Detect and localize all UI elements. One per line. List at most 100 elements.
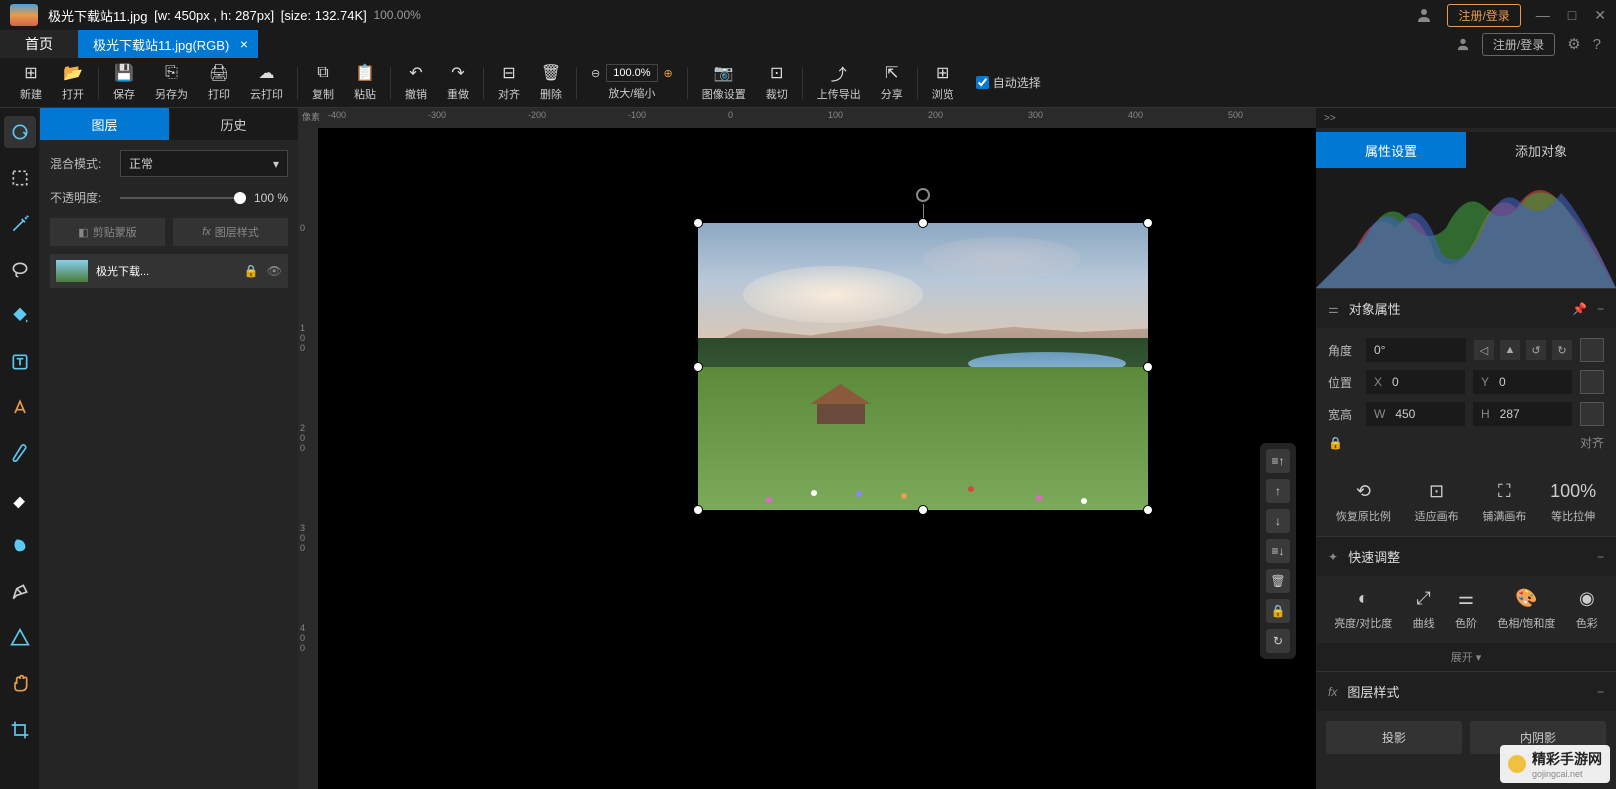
layer-item[interactable]: 极光下载... 🔒 👁 [50,254,288,288]
restore-ratio-button[interactable]: ⟲恢复原比例 [1336,481,1391,524]
lasso-tool[interactable] [4,254,36,286]
zoom-out-icon[interactable]: ⊖ [591,67,600,80]
fill-canvas-button[interactable]: ⛶铺满画布 [1482,481,1526,524]
position-x-input[interactable]: X0 [1366,370,1465,394]
open-button[interactable]: 📂打开 [52,61,94,105]
brush-tool[interactable] [4,438,36,470]
text-tool[interactable] [4,346,36,378]
saveas-button[interactable]: ⎘另存为 [145,61,198,105]
resize-handle-bl[interactable] [693,505,703,515]
opacity-slider[interactable] [120,197,246,199]
upload-button[interactable]: ⤴上传导出 [807,61,871,105]
resize-handle-bc[interactable] [918,505,928,515]
settings-icon[interactable]: ⚙ [1567,35,1580,53]
layer-up-icon[interactable]: ≡↑ [1266,449,1290,473]
layers-tab[interactable]: 图层 [40,108,169,140]
clip-mask-button[interactable]: ◧剪贴蒙版 [50,218,165,246]
brightness-button[interactable]: ◐亮度/对比度 [1334,588,1392,631]
new-button[interactable]: ⊞新建 [10,61,52,105]
layer-style-button[interactable]: fx图层样式 [173,218,288,246]
resize-handle-tr[interactable] [1143,218,1153,228]
history-tab[interactable]: 历史 [169,108,298,140]
login-button-top[interactable]: 注册/登录 [1447,4,1520,27]
minimize-button[interactable]: — [1536,7,1550,24]
add-object-tab[interactable]: 添加对象 [1466,132,1616,168]
resize-handle-ml[interactable] [693,362,703,372]
paste-button[interactable]: 📋粘贴 [344,61,386,105]
fit-canvas-button[interactable]: ⊡适应画布 [1415,481,1459,524]
pen-tool[interactable] [4,576,36,608]
canvas-area[interactable]: 像素 -400-300 -200-100 0100 200300 400500 … [298,108,1316,789]
move-up-icon[interactable]: ↑ [1266,479,1290,503]
resize-handle-tc[interactable] [918,218,928,228]
height-input[interactable]: H287 [1473,402,1572,426]
color-balance-button[interactable]: ◉色彩 [1576,588,1598,631]
share-button[interactable]: ⇱分享 [871,61,913,105]
curves-button[interactable]: ⤢曲线 [1413,588,1435,631]
zoom-value[interactable]: 100.0% [606,64,657,82]
zoom-control[interactable]: ⊖ 100.0% ⊕ 放大/缩小 [581,61,683,105]
crop-button[interactable]: ⊡裁切 [756,61,798,105]
hand-tool[interactable] [4,668,36,700]
levels-button[interactable]: ⚌色阶 [1455,588,1477,631]
flip-h-icon[interactable]: ◁ [1474,340,1494,360]
magic-wand-tool[interactable] [4,208,36,240]
resize-handle-br[interactable] [1143,505,1153,515]
position-y-input[interactable]: Y0 [1473,370,1572,394]
trash-icon[interactable]: 🗑 [1266,569,1290,593]
panel-collapse[interactable]: >> [1316,108,1616,128]
crop-tool-left[interactable] [4,714,36,746]
hue-button[interactable]: 🎨色相/饱和度 [1497,588,1555,631]
layer-down-icon[interactable]: ≡↓ [1266,539,1290,563]
object-props-header[interactable]: ⚌ 对象属性 📌 − [1316,288,1616,328]
color-swatch-2[interactable] [1580,370,1604,394]
move-tool[interactable] [4,116,36,148]
browse-button[interactable]: ⊞浏览 [922,61,964,105]
angle-input[interactable]: 0° [1366,338,1466,362]
quick-adjust-header[interactable]: ✦ 快速调整 − [1316,536,1616,576]
close-button[interactable]: ✕ [1594,7,1606,24]
visibility-icon[interactable]: 👁 [267,264,282,278]
layer-style-header[interactable]: fx 图层样式 − [1316,671,1616,711]
refresh-icon[interactable]: ↻ [1266,629,1290,653]
resize-handle-mr[interactable] [1143,362,1153,372]
rotate-right-icon[interactable]: ↻ [1552,340,1572,360]
smudge-tool[interactable] [4,530,36,562]
move-down-icon[interactable]: ↓ [1266,509,1290,533]
type-tool[interactable] [4,392,36,424]
flip-v-icon[interactable]: ▲ [1500,340,1520,360]
width-input[interactable]: W450 [1366,402,1465,426]
marquee-tool[interactable] [4,162,36,194]
zoom-in-icon[interactable]: ⊕ [664,67,673,80]
redo-button[interactable]: ↷重做 [437,61,479,105]
delete-button[interactable]: 🗑删除 [530,61,572,105]
canvas-image[interactable] [698,223,1148,510]
resize-handle-tl[interactable] [693,218,703,228]
scale-100-button[interactable]: 100%等比拉伸 [1550,481,1596,524]
auto-select-input[interactable] [976,76,989,89]
login-button-tabs[interactable]: 注册/登录 [1482,33,1555,56]
minus-icon[interactable]: − [1597,302,1604,316]
rotate-handle[interactable] [916,188,930,202]
imgsettings-button[interactable]: 📷图像设置 [692,61,756,105]
auto-select-checkbox[interactable]: 自动选择 [976,74,1041,91]
lock-icon[interactable]: 🔒 [244,264,259,278]
rotate-left-icon[interactable]: ↺ [1526,340,1546,360]
pin-icon[interactable]: 📌 [1572,302,1587,316]
color-swatch-1[interactable] [1580,338,1604,362]
color-swatch-3[interactable] [1580,402,1604,426]
shape-tool[interactable] [4,622,36,654]
cloudprint-button[interactable]: ☁云打印 [240,61,293,105]
eraser-tool[interactable] [4,484,36,516]
file-tab[interactable]: 极光下载站11.jpg(RGB) × [78,30,258,58]
fill-tool[interactable] [4,300,36,332]
help-icon[interactable]: ? [1593,36,1601,53]
blend-mode-select[interactable]: 正常 ▾ [120,150,288,177]
projection-button[interactable]: 投影 [1326,721,1462,754]
print-button[interactable]: 🖨打印 [198,61,240,105]
minus-icon[interactable]: − [1597,550,1604,564]
home-tab[interactable]: 首页 [0,30,78,58]
lock-aspect-icon[interactable]: 🔒 [1328,436,1343,450]
align-button[interactable]: ⊟对齐 [488,61,530,105]
minus-icon[interactable]: − [1597,685,1604,699]
